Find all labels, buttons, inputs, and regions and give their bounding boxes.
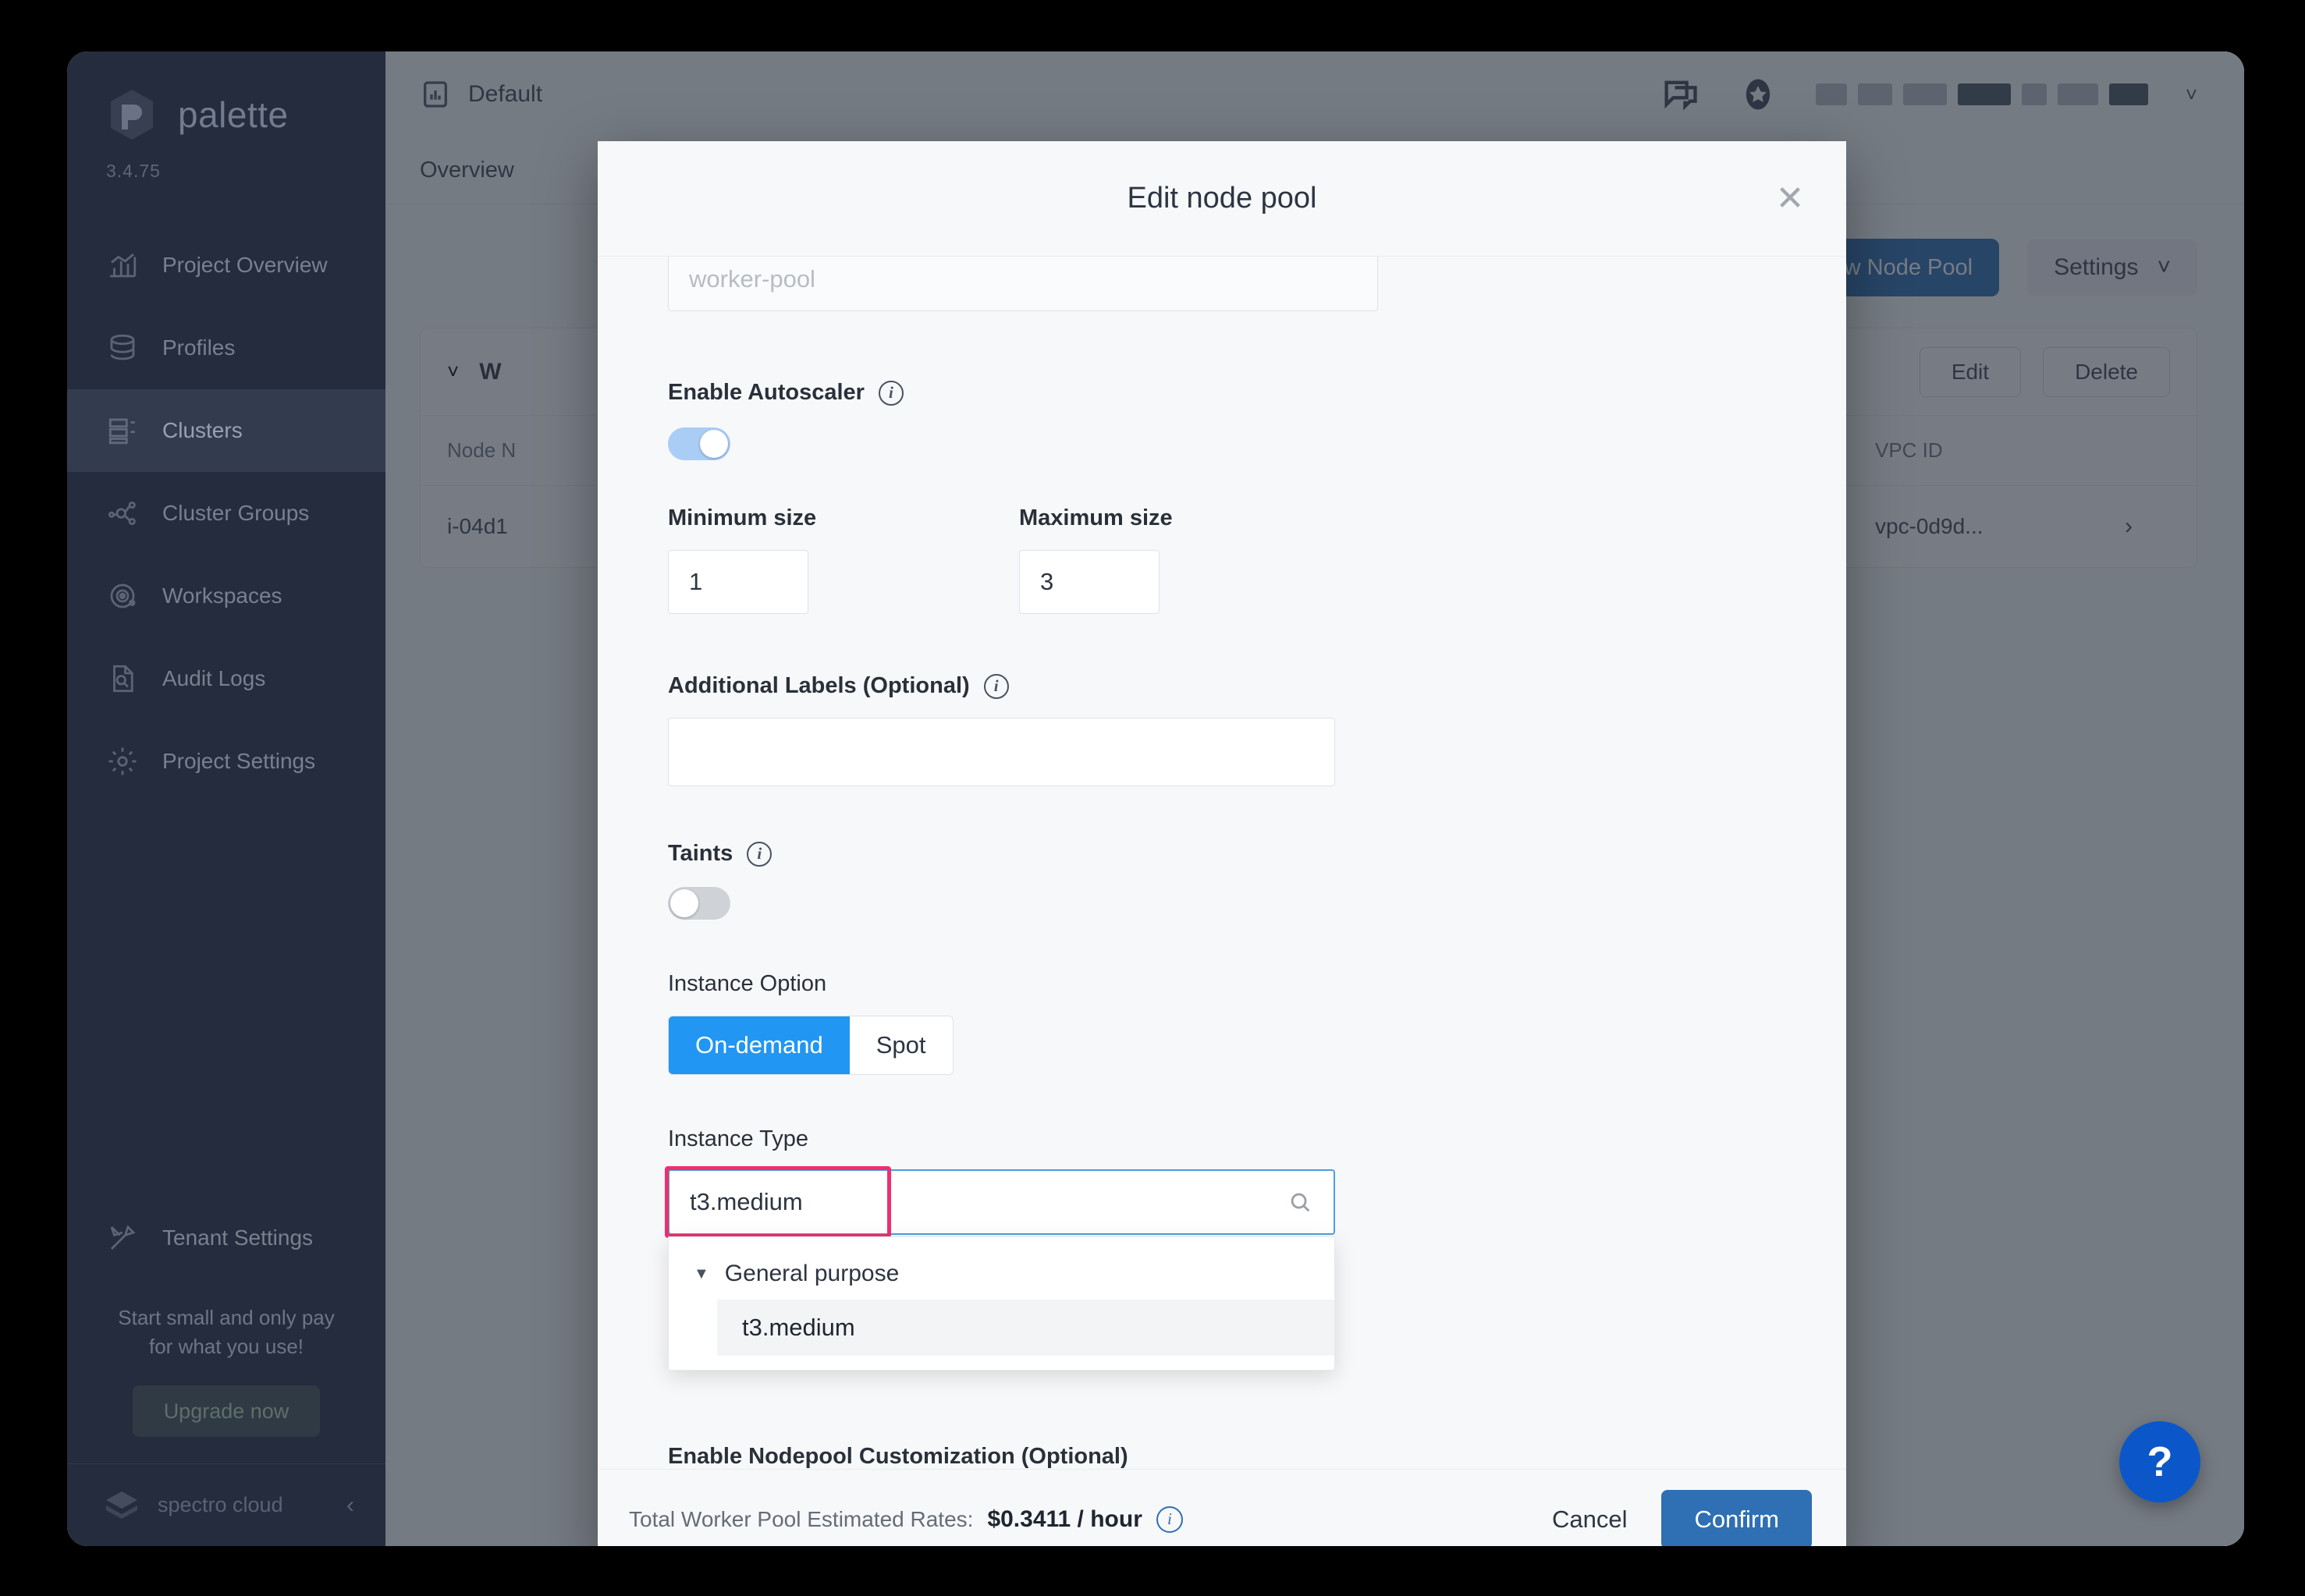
maximum-size-input[interactable]: 3: [1019, 550, 1160, 614]
enable-autoscaler-label: Enable Autoscaler i: [668, 380, 1776, 406]
sidebar: palette 3.4.75 Project Overview Profiles…: [67, 51, 385, 1546]
additional-labels-text: Additional Labels (Optional): [668, 673, 970, 698]
tools-icon: [106, 1222, 139, 1254]
dropdown-group-label: General purpose: [724, 1261, 900, 1286]
additional-labels-input[interactable]: [668, 718, 1335, 786]
sidebar-item-label: Project Overview: [162, 253, 328, 277]
sidebar-item-label: Cluster Groups: [162, 501, 310, 525]
search-icon: [1287, 1189, 1313, 1215]
spectro-cloud-logo-icon: [101, 1485, 142, 1526]
brand-name: palette: [178, 94, 289, 135]
chart-bars-icon: [106, 249, 139, 282]
confirm-button[interactable]: Confirm: [1661, 1489, 1812, 1546]
enable-autoscaler-text: Enable Autoscaler: [668, 380, 865, 405]
rates-info-icon[interactable]: i: [1156, 1506, 1183, 1533]
collapse-sidebar-button[interactable]: ‹: [346, 1492, 354, 1519]
upgrade-now-button[interactable]: Upgrade now: [133, 1385, 320, 1437]
promo-line-1: Start small and only pay: [118, 1305, 335, 1329]
upgrade-promo: Start small and only pay for what you us…: [67, 1277, 385, 1437]
sidebar-bottom: Tenant Settings Start small and only pay…: [67, 1199, 385, 1546]
instance-type-value: t3.medium: [690, 1188, 803, 1215]
toggle-knob: [700, 430, 728, 458]
instance-option-on-demand[interactable]: On-demand: [669, 1016, 850, 1074]
sidebar-item-label: Tenant Settings: [162, 1225, 314, 1250]
instance-option-spot[interactable]: Spot: [850, 1016, 953, 1074]
sidebar-item-label: Audit Logs: [162, 666, 266, 690]
info-icon[interactable]: i: [747, 841, 772, 867]
toggle-knob: [670, 889, 698, 917]
node-pool-name-input[interactable]: worker-pool: [668, 257, 1378, 311]
info-icon[interactable]: i: [878, 380, 904, 406]
modal-form: worker-pool Enable Autoscaler i Minimum …: [598, 257, 1846, 1469]
sidebar-item-clusters[interactable]: Clusters: [67, 389, 385, 472]
sidebar-item-label: Clusters: [162, 418, 243, 442]
nodepool-customization-label: Enable Nodepool Customization (Optional): [668, 1444, 1128, 1469]
instance-type-dropdown: ▼ General purpose t3.medium: [668, 1236, 1335, 1371]
modal-header: Edit node pool ✕: [598, 141, 1846, 257]
enable-autoscaler-toggle[interactable]: [668, 427, 730, 460]
estimated-rates: Total Worker Pool Estimated Rates: $0.34…: [629, 1506, 1183, 1533]
dropdown-option-t3-medium[interactable]: t3.medium: [717, 1300, 1334, 1356]
sidebar-item-label: Workspaces: [162, 583, 282, 608]
modal-body: worker-pool Enable Autoscaler i Minimum …: [598, 257, 1846, 1469]
maximum-size-label: Maximum size: [1019, 505, 1173, 530]
caret-down-icon: ▼: [694, 1264, 709, 1282]
nodes-graph-icon: [106, 497, 139, 530]
gear-icon: [106, 745, 139, 778]
sidebar-item-tenant-settings[interactable]: Tenant Settings: [67, 1199, 385, 1277]
sidebar-item-workspaces[interactable]: Workspaces: [67, 555, 385, 637]
instance-type-label: Instance Type: [668, 1126, 809, 1151]
instance-type-input[interactable]: t3.medium: [668, 1169, 1335, 1235]
taints-text: Taints: [668, 841, 733, 866]
sidebar-item-audit-logs[interactable]: Audit Logs: [67, 637, 385, 720]
additional-labels-label: Additional Labels (Optional) i: [668, 673, 1776, 699]
minimum-size-field: Minimum size 1: [668, 505, 1019, 614]
minimum-size-label: Minimum size: [668, 505, 817, 530]
palette-logo-icon: [103, 86, 161, 144]
sidebar-item-project-settings[interactable]: Project Settings: [67, 720, 385, 803]
modal-footer: Total Worker Pool Estimated Rates: $0.34…: [598, 1469, 1846, 1546]
sidebar-item-project-overview[interactable]: Project Overview: [67, 224, 385, 307]
edit-node-pool-modal: Edit node pool ✕ worker-pool Enable Auto…: [598, 141, 1846, 1546]
estimated-rates-label: Total Worker Pool Estimated Rates:: [629, 1506, 974, 1531]
maximum-size-field: Maximum size 3: [1019, 505, 1370, 614]
sidebar-footer: spectro cloud ‹: [67, 1463, 385, 1546]
instance-option-label: Instance Option: [668, 971, 827, 996]
estimated-rates-value: $0.3411 / hour: [987, 1506, 1142, 1532]
spectro-cloud-label: spectro cloud: [158, 1493, 283, 1516]
sidebar-item-cluster-groups[interactable]: Cluster Groups: [67, 472, 385, 555]
application-window: palette 3.4.75 Project Overview Profiles…: [67, 51, 2244, 1546]
sidebar-nav: Project Overview Profiles Clusters Clust…: [67, 224, 385, 803]
cancel-button[interactable]: Cancel: [1552, 1506, 1628, 1534]
server-rack-icon: [106, 414, 139, 447]
sidebar-item-label: Profiles: [162, 335, 236, 360]
instance-type-field: t3.medium ▼ General purpose t3.medium: [665, 1166, 1335, 1371]
dropdown-group-general-purpose[interactable]: ▼ General purpose: [669, 1248, 1334, 1300]
minimum-size-input[interactable]: 1: [668, 550, 808, 614]
sidebar-item-profiles[interactable]: Profiles: [67, 307, 385, 389]
modal-footer-actions: Cancel Confirm: [1552, 1489, 1812, 1546]
info-icon[interactable]: i: [983, 673, 1009, 699]
document-search-icon: [106, 662, 139, 695]
taints-label: Taints i: [668, 841, 1776, 867]
instance-option-segmented-control: On-demand Spot: [668, 1016, 954, 1075]
sidebar-item-label: Project Settings: [162, 749, 316, 773]
layers-icon: [106, 332, 139, 364]
taints-toggle[interactable]: [668, 887, 730, 920]
app-version: 3.4.75: [106, 161, 161, 181]
close-icon[interactable]: ✕: [1768, 177, 1812, 221]
promo-line-2: for what you use!: [149, 1335, 304, 1359]
orbit-icon: [106, 580, 139, 612]
brand-logo: palette: [67, 51, 385, 144]
help-button[interactable]: ?: [2119, 1421, 2200, 1502]
modal-title: Edit node pool: [1127, 182, 1317, 215]
